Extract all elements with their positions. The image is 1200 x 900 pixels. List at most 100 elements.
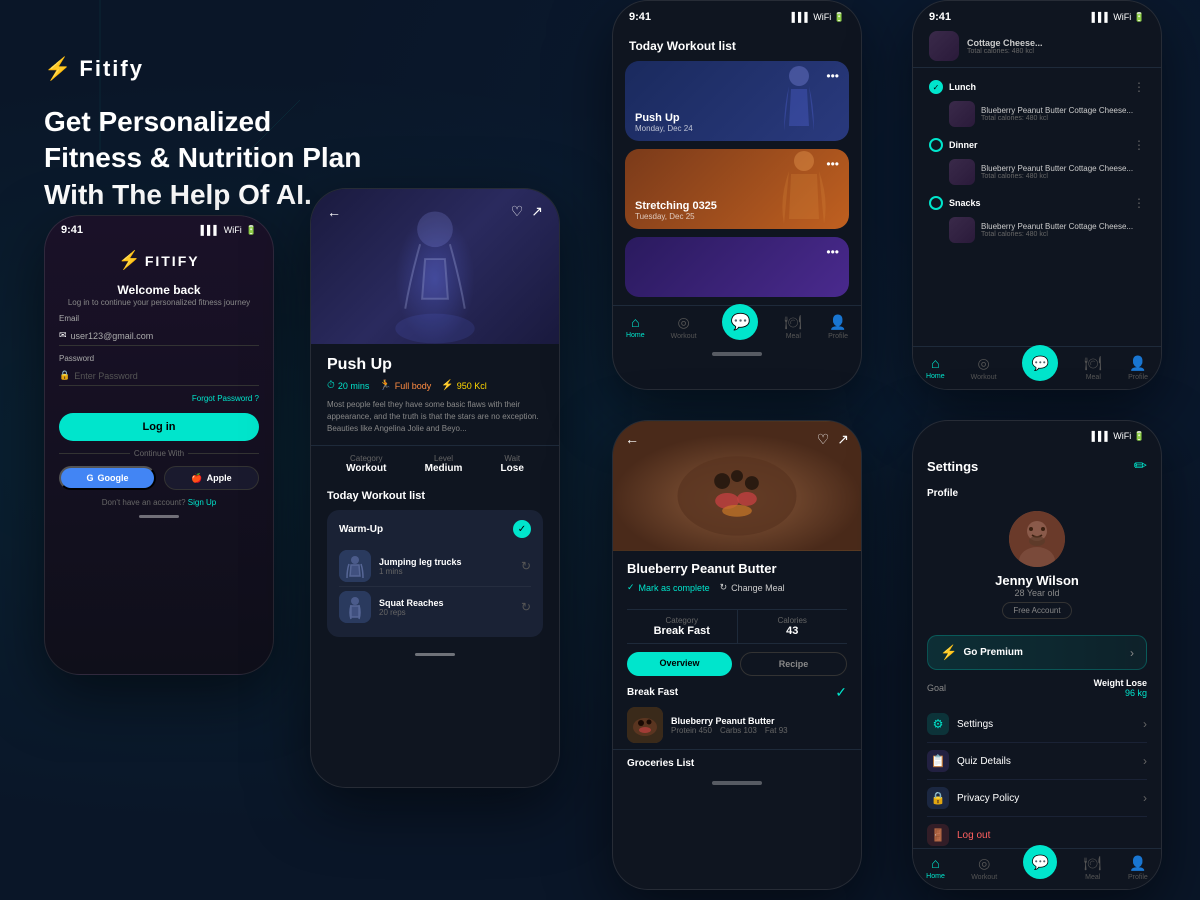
forgot-password-link[interactable]: Forgot Password ? bbox=[59, 394, 259, 403]
meal-hero-image: ← ♡ ↗ bbox=[613, 421, 861, 551]
nav-workout[interactable]: ◎ Workout bbox=[671, 314, 697, 340]
meal-group-lunch: ✓ Lunch ⋮ Blueberry Peanut Butter Cottag… bbox=[913, 76, 1161, 134]
nav-workout[interactable]: ◎ Workout bbox=[971, 855, 997, 881]
workout-list-item-1[interactable]: ••• Push Up Monday, Dec 24 bbox=[625, 61, 849, 141]
refresh-icon[interactable]: ↻ bbox=[521, 600, 531, 614]
check-icon: ✓ bbox=[627, 582, 635, 593]
profile-icon: 👤 bbox=[1129, 855, 1146, 872]
warmup-title: Warm-Up bbox=[339, 524, 383, 535]
meal-group-header: ✓ Lunch ⋮ bbox=[929, 80, 1145, 94]
level-meta: Level Medium bbox=[425, 454, 463, 474]
go-premium-button[interactable]: ⚡ Go Premium › bbox=[927, 635, 1147, 670]
workout-item-info: Stretching 0325 Tuesday, Dec 25 bbox=[635, 200, 717, 221]
recipe-tab[interactable]: Recipe bbox=[740, 652, 847, 676]
nutrition-item[interactable]: Blueberry Peanut Butter Cottage Cheese..… bbox=[949, 98, 1145, 130]
email-value: user123@gmail.com bbox=[71, 331, 154, 341]
logo-icon: ⚡ bbox=[44, 56, 71, 82]
home-icon: ⌂ bbox=[931, 355, 939, 371]
edit-icon[interactable]: ✏ bbox=[1134, 456, 1147, 476]
workout-icon: ◎ bbox=[978, 855, 990, 872]
nutrition-item[interactable]: Blueberry Peanut Butter Cottage Cheese..… bbox=[949, 156, 1145, 188]
top-nutrition-item[interactable]: Cottage Cheese... Total calories: 480 kc… bbox=[913, 27, 1161, 68]
exercise-thumbnail bbox=[339, 550, 371, 582]
back-icon[interactable]: ← bbox=[625, 431, 639, 448]
nav-meal[interactable]: 🍽 Meal bbox=[1084, 855, 1102, 881]
chat-fab-button[interactable]: 💬 bbox=[1023, 845, 1057, 879]
warmup-card: Warm-Up ✓ Jumping leg trucks 1 mins bbox=[327, 510, 543, 637]
login-button[interactable]: Log in bbox=[59, 413, 259, 441]
workout-list-item-2[interactable]: ••• Stretching 0325 Tuesday, Dec 25 bbox=[625, 149, 849, 229]
exercise-item[interactable]: Jumping leg trucks 1 mins ↻ bbox=[339, 546, 531, 587]
phone-nutrition-screen: 9:41 ▌▌▌ WiFi 🔋 Cottage Cheese... Total … bbox=[912, 0, 1162, 390]
password-input-row[interactable]: 🔒 Enter Password bbox=[59, 366, 259, 386]
favorite-icon[interactable]: ♡ bbox=[511, 203, 524, 220]
exercise-item[interactable]: Squat Reaches 20 reps ↻ bbox=[339, 587, 531, 627]
meal-group-snacks: Snacks ⋮ Blueberry Peanut Butter Cottage… bbox=[913, 192, 1161, 250]
food-item[interactable]: Blueberry Peanut Butter Protein 450 Carb… bbox=[627, 707, 847, 743]
profile-section: Jenny Wilson 28 Year old Free Account bbox=[913, 505, 1161, 631]
chat-fab-button[interactable]: 💬 bbox=[722, 304, 758, 340]
welcome-subtitle: Log in to continue your personalized fit… bbox=[61, 297, 257, 308]
more-options-icon[interactable]: ••• bbox=[826, 69, 839, 83]
nav-meal[interactable]: 🍽 Meal bbox=[784, 314, 802, 340]
nav-home[interactable]: ⌂ Home bbox=[626, 314, 645, 340]
login-logo-icon: ⚡ bbox=[118, 250, 140, 271]
signup-link[interactable]: Sign Up bbox=[188, 498, 216, 507]
back-button[interactable]: ← bbox=[327, 204, 341, 220]
food-macros: Protein 450 Carbs 103 Fat 93 bbox=[671, 726, 847, 735]
share-icon[interactable]: ↗ bbox=[531, 203, 543, 220]
password-placeholder: Enter Password bbox=[74, 371, 138, 381]
password-label: Password bbox=[59, 354, 259, 363]
google-login-button[interactable]: G Google bbox=[59, 466, 156, 490]
meal-status-icon bbox=[929, 196, 943, 210]
email-input-row[interactable]: ✉ user123@gmail.com bbox=[59, 326, 259, 346]
settings-menu-item-settings[interactable]: ⚙ Settings › bbox=[927, 706, 1147, 743]
status-icons: ▌▌▌ WiFi 🔋 bbox=[792, 12, 845, 23]
more-icon[interactable]: ⋮ bbox=[1133, 80, 1145, 94]
nav-profile[interactable]: 👤 Profile bbox=[1128, 355, 1148, 381]
meal-group-header: Snacks ⋮ bbox=[929, 196, 1145, 210]
refresh-icon[interactable]: ↻ bbox=[521, 559, 531, 573]
mark-complete-button[interactable]: ✓ Mark as complete bbox=[627, 582, 710, 593]
section-title: Break Fast bbox=[627, 687, 678, 698]
email-label: Email bbox=[59, 314, 259, 323]
chat-icon: 💬 bbox=[1032, 854, 1049, 871]
share-icon[interactable]: ↗ bbox=[837, 431, 849, 448]
exercise-thumbnail bbox=[339, 591, 371, 623]
settings-menu-item-quiz[interactable]: 📋 Quiz Details › bbox=[927, 743, 1147, 780]
login-logo-area: ⚡ FITIFY bbox=[45, 240, 273, 279]
workout-icon: ◎ bbox=[677, 314, 689, 331]
profile-icon: 👤 bbox=[1129, 355, 1146, 372]
settings-icon: ⚙ bbox=[927, 713, 949, 735]
more-icon[interactable]: ⋮ bbox=[1133, 196, 1145, 210]
nav-profile[interactable]: 👤 Profile bbox=[1128, 855, 1148, 881]
apple-login-button[interactable]: 🍎 Apple bbox=[164, 466, 259, 490]
more-icon[interactable]: ⋮ bbox=[1133, 138, 1145, 152]
nav-home[interactable]: ⌂ Home bbox=[926, 355, 945, 381]
more-options-icon[interactable]: ••• bbox=[826, 157, 839, 171]
workout-list-title: Today Workout list bbox=[629, 39, 845, 53]
workout-list-item-3[interactable]: ••• bbox=[625, 237, 849, 297]
nav-profile[interactable]: 👤 Profile bbox=[828, 314, 848, 340]
overview-tab[interactable]: Overview bbox=[627, 652, 732, 676]
nav-workout[interactable]: ◎ Workout bbox=[971, 355, 997, 381]
nav-meal[interactable]: 🍽 Meal bbox=[1084, 355, 1102, 381]
meal-icon: 🍽 bbox=[784, 314, 802, 331]
settings-partial-title: Settings bbox=[927, 459, 978, 474]
check-icon: ✓ bbox=[513, 520, 531, 538]
settings-menu-item-privacy[interactable]: 🔒 Privacy Policy › bbox=[927, 780, 1147, 817]
nutrition-item[interactable]: Blueberry Peanut Butter Cottage Cheese..… bbox=[949, 214, 1145, 246]
nav-home[interactable]: ⌂ Home bbox=[926, 855, 945, 881]
profile-section-label: Profile bbox=[913, 486, 1161, 505]
chat-fab-button[interactable]: 💬 bbox=[1022, 345, 1058, 381]
status-time: 9:41 bbox=[629, 11, 651, 23]
profile-age: 28 Year old bbox=[1014, 588, 1059, 598]
quiz-icon: 📋 bbox=[927, 750, 949, 772]
change-meal-button[interactable]: ↻ Change Meal bbox=[720, 582, 785, 593]
more-options-icon[interactable]: ••• bbox=[826, 245, 839, 259]
favorite-icon[interactable]: ♡ bbox=[817, 431, 830, 448]
home-icon: ⌂ bbox=[631, 314, 639, 330]
fire-icon: ⚡ bbox=[441, 380, 453, 391]
back-icon: ← bbox=[327, 204, 341, 220]
status-time: 9:41 bbox=[61, 224, 83, 236]
